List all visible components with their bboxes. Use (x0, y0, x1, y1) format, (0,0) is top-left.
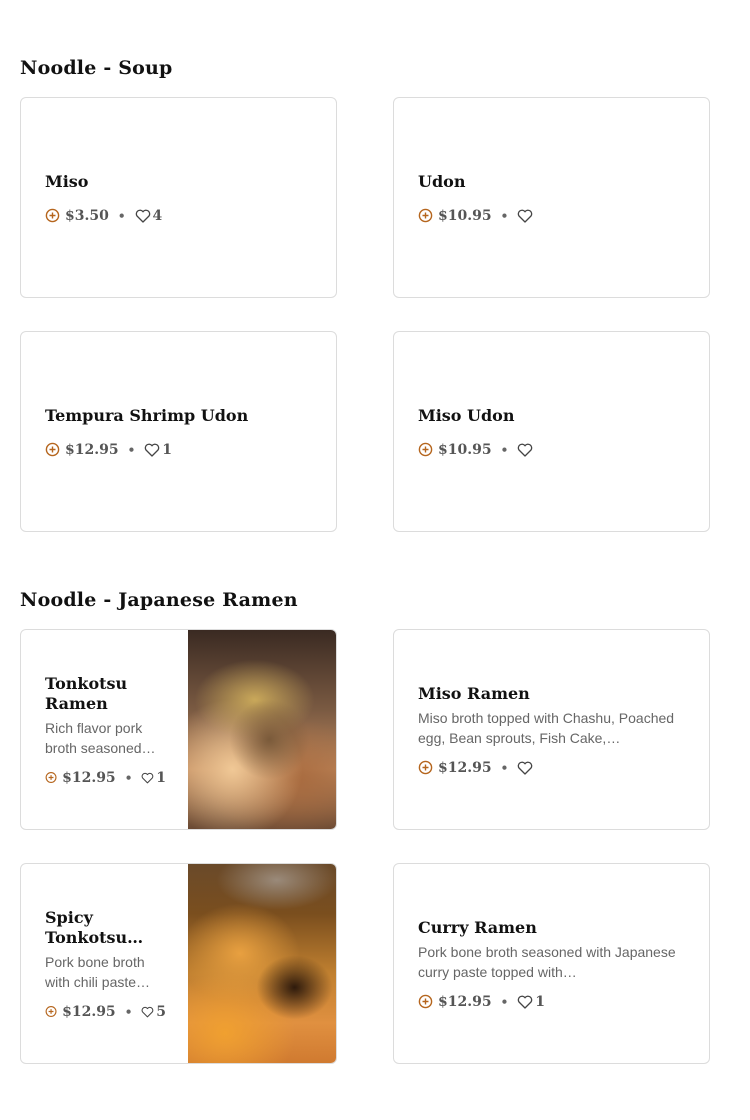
item-description: Rich flavor pork broth seasoned… (45, 719, 156, 756)
spicy-tonkotsu-photo (188, 864, 336, 1063)
menu-item-card[interactable]: Miso Ramen Miso broth topped with Chashu… (393, 629, 710, 830)
item-price: $3.50 (65, 207, 109, 224)
item-price: $10.95 (438, 207, 492, 224)
heart-icon[interactable] (141, 771, 154, 785)
separator-dot: • (500, 994, 509, 1009)
plus-circle-icon[interactable] (45, 442, 60, 457)
tonkotsu-ramen-photo (188, 630, 336, 829)
menu-item-card[interactable]: Tempura Shrimp Udon $12.95 • 1 (20, 331, 337, 532)
menu-item-card[interactable]: Spicy Tonkotsu… Pork bone broth with chi… (20, 863, 337, 1064)
separator-dot: • (127, 442, 136, 457)
item-price: $12.95 (438, 993, 492, 1010)
separator-dot: • (500, 208, 509, 223)
item-name: Spicy Tonkotsu… (45, 907, 144, 947)
heart-icon[interactable] (135, 209, 151, 223)
item-description: Pork bone broth seasoned with Japanese c… (418, 943, 676, 980)
plus-circle-icon[interactable] (418, 760, 433, 775)
item-name: Miso (45, 171, 89, 191)
separator-dot: • (124, 1004, 133, 1019)
plus-circle-icon[interactable] (418, 208, 433, 223)
heart-icon[interactable] (141, 1005, 154, 1019)
plus-circle-icon[interactable] (45, 1004, 57, 1019)
menu-item-card[interactable]: Curry Ramen Pork bone broth seasoned wit… (393, 863, 710, 1064)
heart-icon[interactable] (517, 443, 533, 457)
heart-icon[interactable] (517, 209, 533, 223)
item-name: Tonkotsu Ramen (45, 673, 128, 713)
heart-icon[interactable] (517, 995, 533, 1009)
heart-icon[interactable] (144, 443, 160, 457)
item-price: $12.95 (65, 441, 119, 458)
separator-dot: • (500, 760, 509, 775)
item-name: Curry Ramen (418, 917, 537, 937)
like-count: 5 (156, 1003, 166, 1020)
menu-item-card[interactable]: Miso Udon $10.95 • (393, 331, 710, 532)
separator-dot: • (500, 442, 509, 457)
plus-circle-icon[interactable] (418, 442, 433, 457)
like-count: 1 (535, 993, 546, 1010)
item-price: $12.95 (438, 759, 492, 776)
item-name: Miso Ramen (418, 683, 530, 703)
item-name: Tempura Shrimp Udon (45, 405, 249, 425)
separator-dot: • (117, 208, 126, 223)
menu-item-card[interactable]: Udon $10.95 • (393, 97, 710, 298)
like-count: 4 (152, 207, 163, 224)
separator-dot: • (124, 770, 133, 785)
section-title-japanese-ramen: Noodle - Japanese Ramen (20, 589, 298, 611)
heart-icon[interactable] (517, 761, 533, 775)
item-name: Miso Udon (418, 405, 515, 425)
menu-item-card[interactable]: Tonkotsu Ramen Rich flavor pork broth se… (20, 629, 337, 830)
plus-circle-icon[interactable] (418, 994, 433, 1009)
item-price: $10.95 (438, 441, 492, 458)
plus-circle-icon[interactable] (45, 208, 60, 223)
section-title-noodle-soup: Noodle - Soup (20, 57, 173, 79)
like-count: 1 (162, 441, 173, 458)
item-price: $12.95 (62, 1003, 116, 1020)
plus-circle-icon[interactable] (45, 770, 57, 785)
menu-item-card[interactable]: Miso $3.50 • 4 (20, 97, 337, 298)
item-description: Pork bone broth with chili paste… (45, 953, 151, 990)
item-description: Miso broth topped with Chashu, Poached e… (418, 709, 675, 746)
item-name: Udon (418, 171, 466, 191)
item-price: $12.95 (62, 769, 116, 786)
like-count: 1 (156, 769, 166, 786)
